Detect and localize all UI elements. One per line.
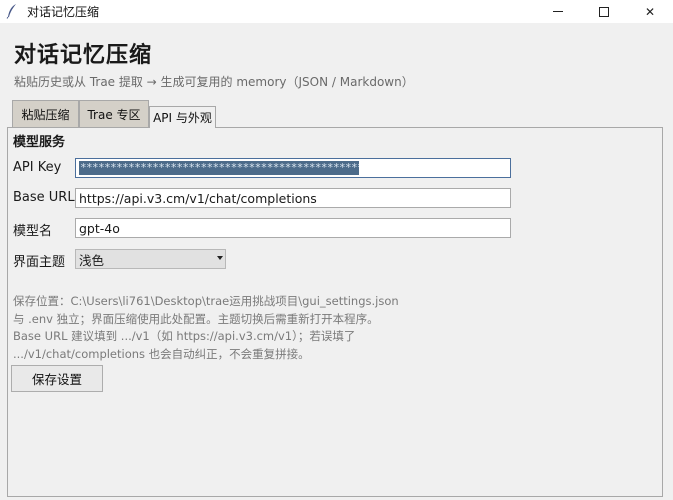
save-button-label: 保存设置 <box>31 372 82 387</box>
window-titlebar: 对话记忆压缩 ✕ <box>0 0 673 23</box>
note-line: 与 .env 独立；界面压缩使用此处配置。主题切换后需重新打开本程序。 <box>13 311 379 326</box>
feather-icon <box>6 4 16 19</box>
model-label: 模型名 <box>13 224 53 239</box>
minimize-icon <box>553 11 563 12</box>
settings-note: 保存位置：C:\Users\li761\Desktop\trae运用挑战项目\g… <box>13 293 413 363</box>
page-subtitle: 粘贴历史或从 Trae 提取 → 生成可复用的 memory（JSON / Ma… <box>14 75 414 89</box>
model-input[interactable]: gpt-4o <box>75 218 511 238</box>
base-url-input[interactable]: https://api.v3.cm/v1/chat/completions <box>75 188 511 208</box>
base-url-label: Base URL <box>13 190 75 205</box>
base-url-value: https://api.v3.cm/v1/chat/completions <box>79 190 317 206</box>
save-settings-button[interactable]: 保存设置 <box>11 365 103 392</box>
tab-label: Trae 专区 <box>87 107 141 122</box>
close-button[interactable]: ✕ <box>627 0 673 23</box>
api-key-label: API Key <box>13 160 62 175</box>
tab-label: API 与外观 <box>153 111 212 125</box>
tab-trae[interactable]: Trae 专区 <box>79 100 149 127</box>
maximize-icon <box>599 6 609 17</box>
maximize-button[interactable] <box>581 0 627 23</box>
tab-label: 粘贴压缩 <box>21 107 70 122</box>
note-line: Base URL 建议填到 .../v1（如 https://api.v3.cm… <box>13 329 356 343</box>
theme-select[interactable]: 浅色 <box>75 249 226 269</box>
theme-value: 浅色 <box>79 252 105 268</box>
tab-paste-compress[interactable]: 粘贴压缩 <box>12 100 79 127</box>
api-key-value: ****************************************… <box>79 161 359 175</box>
theme-label: 界面主题 <box>13 255 66 270</box>
window-title: 对话记忆压缩 <box>27 5 100 19</box>
model-value: gpt-4o <box>79 220 120 236</box>
minimize-button[interactable] <box>535 0 581 23</box>
section-title: 模型服务 <box>13 135 66 150</box>
note-line: 保存位置：C:\Users\li761\Desktop\trae运用挑战项目\g… <box>13 294 399 308</box>
tab-api-appearance[interactable]: API 与外观 <box>149 106 216 128</box>
close-icon: ✕ <box>644 4 656 19</box>
page-title: 对话记忆压缩 <box>14 43 153 68</box>
api-key-input[interactable]: ****************************************… <box>75 158 511 178</box>
note-line: .../v1/chat/completions 也会自动纠正，不会重复拼接。 <box>13 346 310 361</box>
chevron-down-icon[interactable] <box>217 256 223 260</box>
